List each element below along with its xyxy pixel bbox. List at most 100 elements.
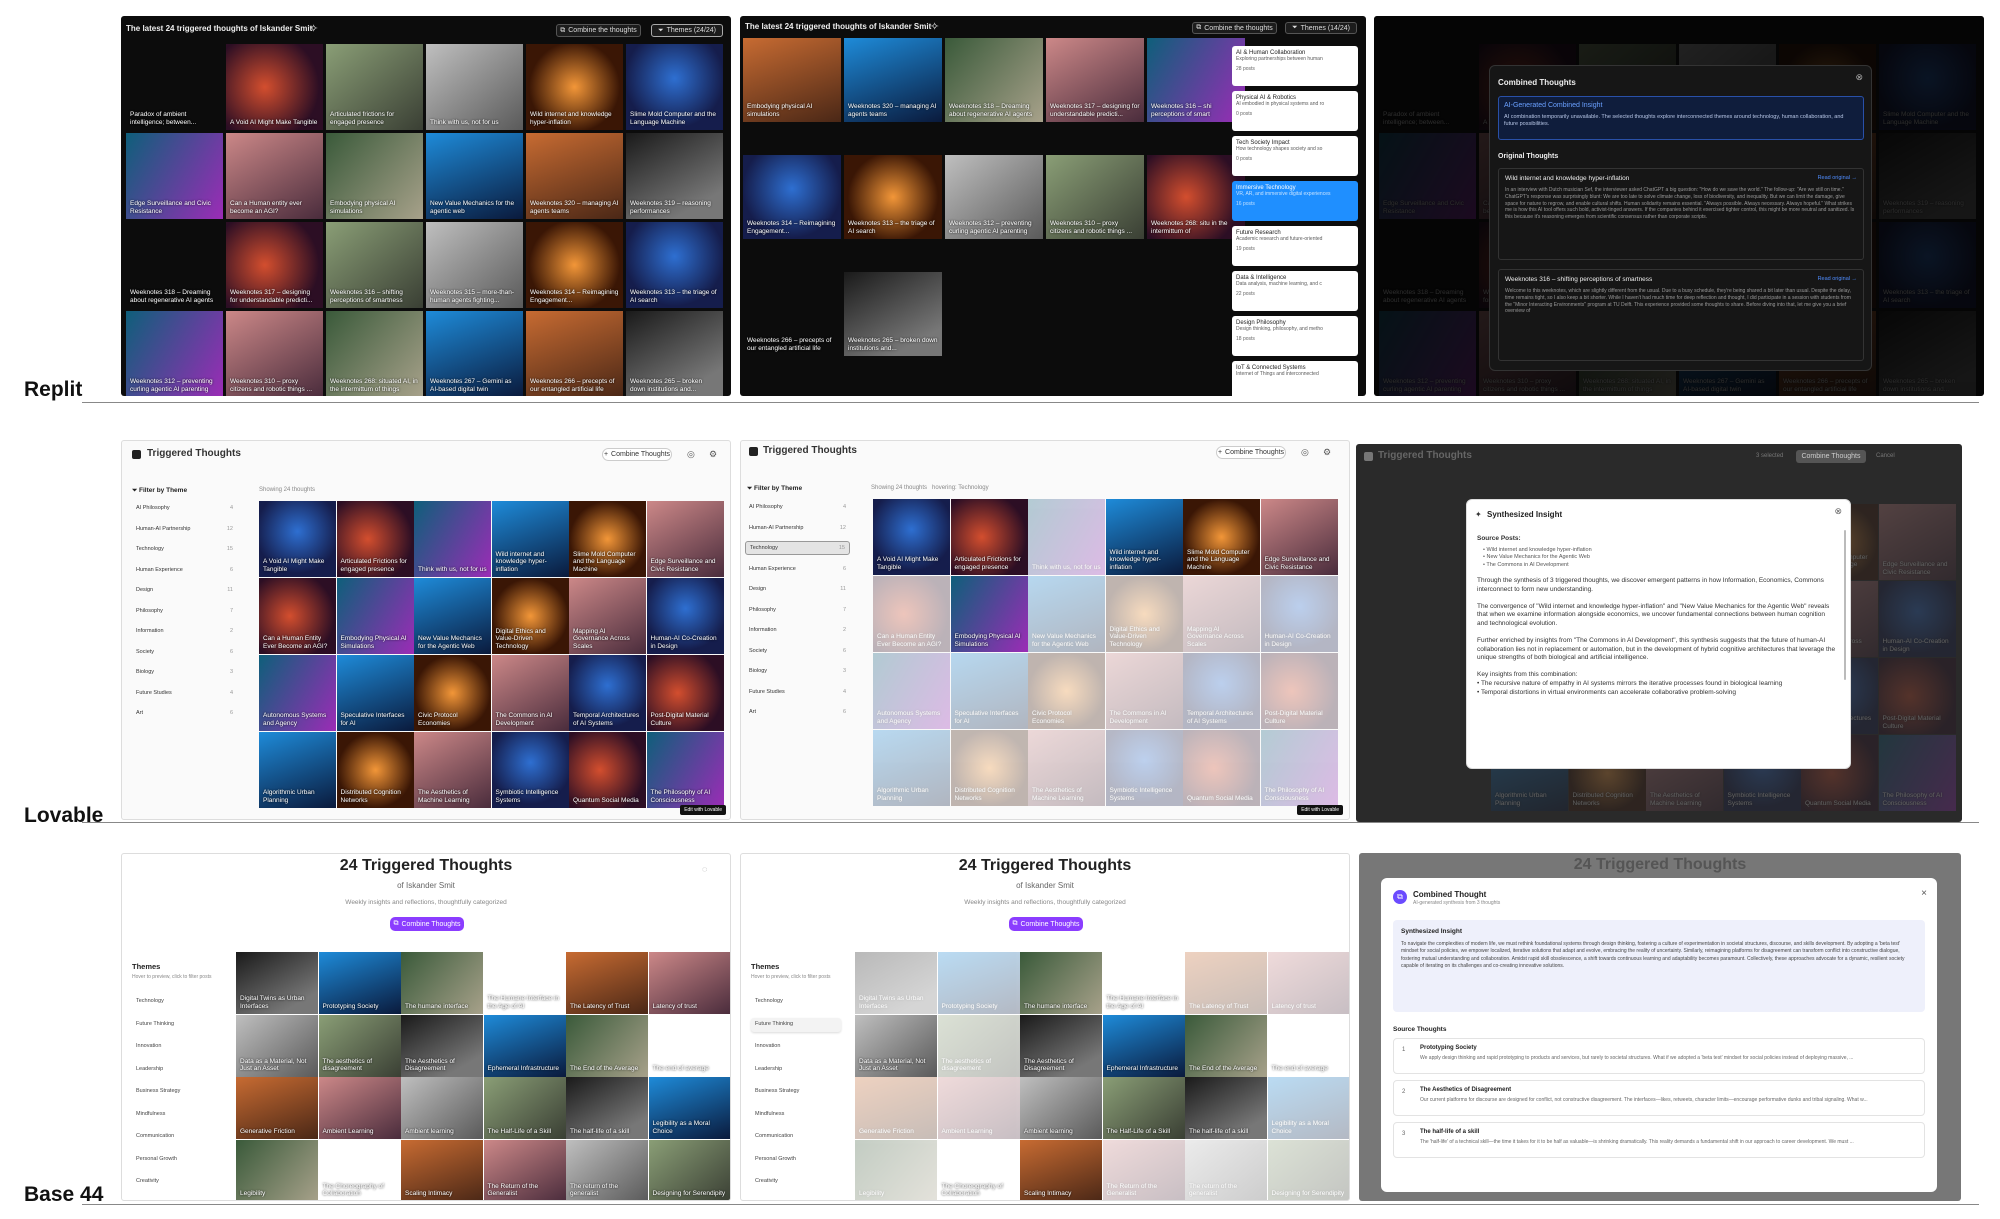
- thought-tile[interactable]: Slime Mold Computer and the Language Mac…: [569, 501, 646, 577]
- thought-tile[interactable]: Weeknotes 312 – preventing curling agent…: [126, 311, 223, 396]
- thought-tile[interactable]: Designing for Serendipity: [648, 1139, 730, 1200]
- thought-tile[interactable]: Edge Surveillance and Civic Resistance: [1260, 499, 1338, 575]
- thought-tile[interactable]: Weeknotes 317 – designing for understand…: [1046, 38, 1144, 122]
- thought-tile[interactable]: Symbiotic Intelligence Systems: [491, 732, 569, 808]
- thought-tile[interactable]: Weeknotes 318 – Dreaming about regenerat…: [945, 38, 1043, 122]
- thought-tile[interactable]: Think with us, not for us: [1028, 499, 1105, 575]
- thought-tile[interactable]: Wild internet and knowledge hyper-inflat…: [526, 44, 623, 130]
- read-original-link[interactable]: Read original →: [1818, 175, 1857, 181]
- thought-tile[interactable]: Ephemeral Infrastructure: [483, 1014, 566, 1077]
- edit-badge[interactable]: Edit with Lovable: [1297, 805, 1343, 815]
- thought-tile[interactable]: Ambient Learning: [937, 1077, 1020, 1139]
- thought-tile[interactable]: The end of average: [649, 1015, 731, 1077]
- thought-tile[interactable]: Think with us, not for us: [426, 44, 523, 130]
- thought-tile[interactable]: The Aesthetics of Machine Learning: [1028, 730, 1105, 806]
- thought-tile[interactable]: The end of average: [1268, 1015, 1350, 1077]
- thought-tile[interactable]: Data as a Material, Not Just an Asset: [855, 1014, 937, 1077]
- thought-tile[interactable]: The half-life of a skill: [566, 1077, 648, 1139]
- thought-tile[interactable]: The Choreography of Collaboration: [938, 1140, 1020, 1201]
- theme-option[interactable]: Future Research Academic research and fut…: [1232, 226, 1358, 266]
- thought-tile[interactable]: Can a Human Entity Ever Become an AGI?: [873, 576, 950, 652]
- thought-tile[interactable]: The End of the Average: [1185, 1014, 1267, 1077]
- thought-tile[interactable]: The Return of the Generalist: [483, 1139, 566, 1200]
- thought-tile[interactable]: Edge Surveillance and Civic Resistance: [126, 133, 223, 219]
- thought-tile[interactable]: The Latency of Trust: [566, 952, 648, 1014]
- thought-tile[interactable]: The Aesthetics of Machine Learning: [414, 732, 491, 808]
- thought-tile[interactable]: Weeknotes 313 – the triage of AI search: [844, 155, 942, 239]
- source-thought-card[interactable]: 3 The half-life of a skill The 'half-life'…: [1393, 1122, 1925, 1158]
- thought-tile[interactable]: Temporal Architectures of AI Systems: [569, 655, 646, 731]
- thought-tile[interactable]: Weeknotes 312 – preventing curling agent…: [945, 155, 1043, 239]
- thought-tile[interactable]: Latency of trust: [1267, 952, 1349, 1014]
- thought-tile[interactable]: Prototyping Society: [937, 952, 1020, 1014]
- thought-tile[interactable]: Paradox of ambient intelligence; between…: [126, 44, 223, 130]
- thought-tile[interactable]: Ambient learning: [1020, 1077, 1102, 1139]
- thought-tile[interactable]: Quantum Social Media: [1183, 730, 1260, 806]
- thought-tile[interactable]: Weeknotes 319 – reasoning performances: [626, 133, 723, 219]
- thought-tile[interactable]: Weeknotes 320 – managing AI agents teams: [844, 38, 942, 122]
- thought-tile[interactable]: New Value Mechanics for the Agentic Web: [1028, 576, 1105, 652]
- thought-tile[interactable]: Weeknotes 266 – precepts of our entangle…: [526, 311, 623, 396]
- thought-tile[interactable]: The return of the generalist: [1185, 1139, 1267, 1200]
- thought-tile[interactable]: Data as a Material, Not Just an Asset: [236, 1014, 318, 1077]
- thought-tile[interactable]: Distributed Cognition Networks: [950, 730, 1028, 806]
- thought-tile[interactable]: The Aesthetics of Disagreement: [1020, 1014, 1102, 1077]
- thought-tile[interactable]: Weeknotes 268: situated AI, in the inter…: [326, 311, 423, 396]
- thought-tile[interactable]: The aesthetics of disagreement: [937, 1014, 1020, 1077]
- thought-tile[interactable]: The half-life of a skill: [1185, 1077, 1267, 1139]
- thought-tile[interactable]: The aesthetics of disagreement: [318, 1014, 401, 1077]
- thought-tile[interactable]: Temporal Architectures of AI Systems: [1183, 653, 1260, 729]
- thought-tile[interactable]: Generative Friction: [236, 1077, 318, 1139]
- thought-tile[interactable]: Scaling Intimacy: [401, 1139, 483, 1200]
- thought-tile[interactable]: The Return of the Generalist: [1102, 1139, 1185, 1200]
- thought-tile[interactable]: Mapping AI Governance Across Scales: [1183, 576, 1260, 652]
- thought-tile[interactable]: Digital Twins as Urban Interfaces: [236, 952, 318, 1014]
- thought-tile[interactable]: Wild internet and knowledge hyper-inflat…: [491, 501, 569, 577]
- thought-tile[interactable]: Ephemeral Infrastructure: [1102, 1014, 1185, 1077]
- thought-tile[interactable]: New Value Mechanics for the Agentic Web: [414, 578, 491, 654]
- thought-tile[interactable]: Weeknotes 316 – shi perceptions of smart: [1147, 38, 1245, 122]
- thought-tile[interactable]: Latency of trust: [648, 952, 730, 1014]
- thought-tile[interactable]: The Philosophy of AI Consciousness: [1878, 735, 1956, 811]
- thought-tile[interactable]: Mapping AI Governance Across Scales: [569, 578, 646, 654]
- thought-tile[interactable]: Weeknotes 266 – precepts of our entangle…: [743, 272, 841, 356]
- thought-tile[interactable]: Legibility: [855, 1139, 937, 1200]
- thought-tile[interactable]: Weeknotes 314 – Reimagining Engagement..…: [526, 222, 623, 308]
- read-original-link[interactable]: Read original →: [1818, 276, 1857, 282]
- thought-tile[interactable]: Articulated Frictions for engaged presen…: [950, 499, 1028, 575]
- thought-tile[interactable]: Post-Digital Material Culture: [646, 655, 724, 731]
- thought-tile[interactable]: Edge Surveillance and Civic Resistance: [1878, 504, 1956, 580]
- thought-tile[interactable]: Legibility as a Moral Choice: [1267, 1077, 1349, 1139]
- thought-tile[interactable]: Post-Digital Material Culture: [1260, 653, 1338, 729]
- thought-tile[interactable]: Weeknotes 320 – managing AI agents teams: [526, 133, 623, 219]
- thought-tile[interactable]: The End of the Average: [566, 1014, 648, 1077]
- thought-tile[interactable]: Articulated Frictions for engaged presen…: [336, 501, 414, 577]
- thought-tile[interactable]: Weeknotes 313 – the triage of AI search: [626, 222, 723, 308]
- thought-tile[interactable]: Weeknotes 310 – proxy citizens and robot…: [1046, 155, 1144, 239]
- thought-tile[interactable]: The Half-Life of a Skill: [483, 1077, 566, 1139]
- thought-tile[interactable]: Weeknotes 265 – broken down institutions…: [844, 272, 942, 356]
- thought-tile[interactable]: Human-AI Co-Creation in Design: [1878, 581, 1956, 657]
- thought-tile[interactable]: Speculative Interfaces for AI: [336, 655, 414, 731]
- thought-tile[interactable]: Algorithmic Urban Planning: [873, 730, 950, 806]
- scrollbar[interactable]: [1844, 530, 1846, 680]
- thought-tile[interactable]: Embodying physical AI simulations: [326, 133, 423, 219]
- thought-tile[interactable]: The Aesthetics of Disagreement: [401, 1014, 483, 1077]
- thought-tile[interactable]: Can a Human entity ever become an AGI?: [226, 133, 323, 219]
- thought-tile[interactable]: Legibility: [236, 1139, 318, 1200]
- thought-tile[interactable]: Wild internet and knowledge hyper-inflat…: [1105, 499, 1183, 575]
- theme-option[interactable]: Immersive Technology VR, AR, and immersiv…: [1232, 181, 1358, 221]
- thought-tile[interactable]: Distributed Cognition Networks: [336, 732, 414, 808]
- thought-tile[interactable]: Speculative Interfaces for AI: [950, 653, 1028, 729]
- thought-tile[interactable]: Ambient learning: [401, 1077, 483, 1139]
- thought-tile[interactable]: Edge Surveillance and Civic Resistance: [646, 501, 724, 577]
- thought-tile[interactable]: Weeknotes 316 – shifting perceptions of …: [326, 222, 423, 308]
- theme-option[interactable]: AI & Human Collaboration Exploring partne…: [1232, 46, 1358, 86]
- thought-tile[interactable]: Civic Protocol Economies: [414, 655, 491, 731]
- thought-tile[interactable]: Digital Ethics and Value-Driven Technolo…: [491, 578, 569, 654]
- close-icon[interactable]: ⊗: [1834, 506, 1842, 517]
- thought-tile[interactable]: The Commons in AI Development: [1105, 653, 1183, 729]
- thought-tile[interactable]: Autonomous Systems and Agency: [259, 655, 336, 731]
- thought-tile[interactable]: Digital Ethics and Value-Driven Technolo…: [1105, 576, 1183, 652]
- thought-tile[interactable]: Weeknotes 317 – designing for understand…: [226, 222, 323, 308]
